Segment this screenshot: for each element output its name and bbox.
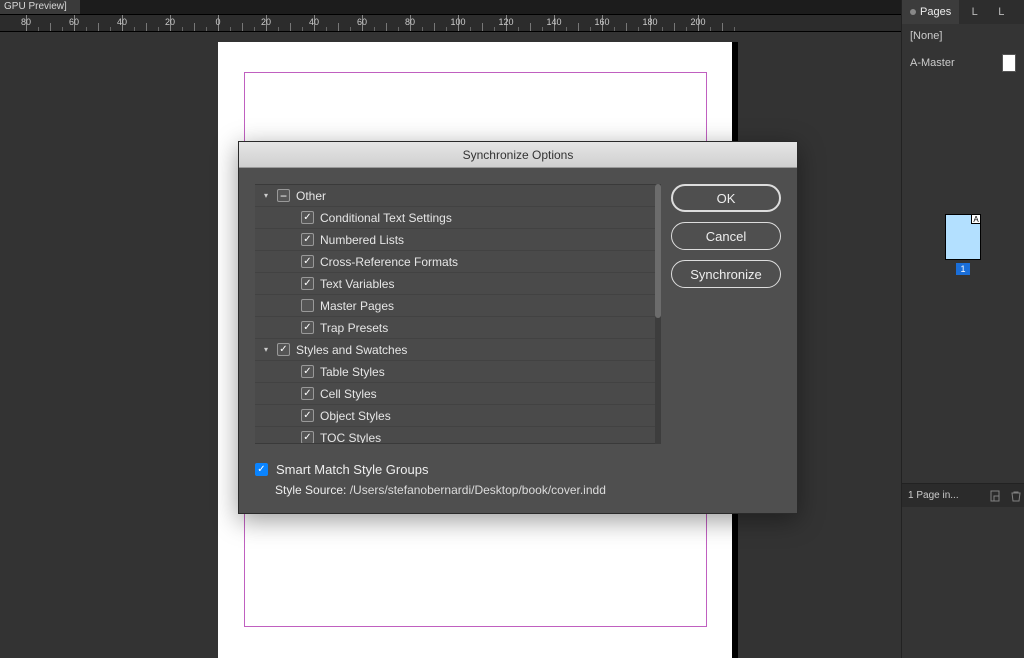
item-checkbox[interactable] [301,277,314,290]
page-master-badge: A [971,214,981,224]
pages-panel: Pages L L [None] A-Master A 1 1 Page in.… [901,0,1024,658]
tab-other-1[interactable]: L [964,0,986,24]
master-a-label: A-Master [910,57,955,69]
tab-pages-label: Pages [920,6,951,18]
tree-item[interactable]: Text Variables [255,273,655,295]
style-source-path: /Users/stefanobernardi/Desktop/book/cove… [350,483,606,497]
item-label: Object Styles [320,409,391,423]
tab-pages[interactable]: Pages [902,0,959,24]
disclosure-icon[interactable]: ▾ [261,345,271,354]
item-checkbox[interactable] [301,409,314,422]
tree-item[interactable]: Object Styles [255,405,655,427]
style-source-label: Style Source: [275,483,346,497]
item-label: Text Variables [320,277,394,291]
tree-item[interactable]: TOC Styles [255,427,655,444]
item-label: Table Styles [320,365,385,379]
pages-panel-footer: 1 Page in... [902,483,1024,507]
tree-item[interactable]: Cell Styles [255,383,655,405]
tree-item[interactable]: Trap Presets [255,317,655,339]
page-thumbnail-1[interactable]: A 1 [945,214,981,260]
options-tree: ▾ Other Conditional Text Settings Numbered … [255,184,655,444]
item-label: Cell Styles [320,387,377,401]
item-label: Master Pages [320,299,394,313]
item-label: Cross-Reference Formats [320,255,458,269]
footer-text: 1 Page in... [902,490,959,501]
item-checkbox[interactable] [301,233,314,246]
disclosure-icon[interactable]: ▾ [261,191,271,200]
cancel-button[interactable]: Cancel [671,222,781,250]
group-label: Other [296,189,326,203]
tree-item[interactable]: Numbered Lists [255,229,655,251]
panel-tabs: Pages L L [902,0,1024,24]
item-label: Trap Presets [320,321,388,335]
item-checkbox[interactable] [301,387,314,400]
item-checkbox[interactable] [301,431,314,444]
tree-item[interactable]: Table Styles [255,361,655,383]
horizontal-ruler: 80604020020406080100120140160180200 [0,14,1024,32]
item-checkbox[interactable] [301,299,314,312]
synchronize-options-dialog: Synchronize Options ▾ Other Conditional Te… [238,141,798,514]
item-checkbox[interactable] [301,321,314,334]
tree-item[interactable]: Master Pages [255,295,655,317]
master-a[interactable]: A-Master [902,48,1024,78]
group-checkbox[interactable] [277,343,290,356]
tree-item[interactable]: Cross-Reference Formats [255,251,655,273]
item-checkbox[interactable] [301,365,314,378]
document-tab[interactable]: GPU Preview] [0,0,80,14]
tree-group[interactable]: ▾ Other [255,185,655,207]
group-label: Styles and Swatches [296,343,407,357]
item-checkbox[interactable] [301,255,314,268]
tree-item[interactable]: Conditional Text Settings [255,207,655,229]
scrollbar-thumb[interactable] [655,184,661,318]
item-label: Conditional Text Settings [320,211,452,225]
trash-icon[interactable] [1008,488,1024,504]
options-scrollbar[interactable] [655,184,661,444]
tab-other-2[interactable]: L [990,0,1012,24]
document-tabs: GPU Preview] [0,0,1024,14]
ok-button[interactable]: OK [671,184,781,212]
item-label: TOC Styles [320,431,381,445]
smart-match-row: Smart Match Style Groups [255,462,781,477]
group-checkbox[interactable] [277,189,290,202]
master-none-label: [None] [910,30,942,42]
smart-match-label: Smart Match Style Groups [276,462,428,477]
master-thumbnail [1002,54,1016,72]
synchronize-button[interactable]: Synchronize [671,260,781,288]
new-page-icon[interactable] [988,488,1004,504]
tree-group[interactable]: ▾ Styles and Swatches [255,339,655,361]
page-number-badge: 1 [956,263,970,275]
dialog-title: Synchronize Options [239,142,797,168]
master-none[interactable]: [None] [902,24,1024,48]
item-label: Numbered Lists [320,233,404,247]
item-checkbox[interactable] [301,211,314,224]
smart-match-checkbox[interactable] [255,463,268,476]
page-thumbnails: A 1 [902,214,1024,263]
style-source-row: Style Source: /Users/stefanobernardi/Des… [255,483,781,497]
